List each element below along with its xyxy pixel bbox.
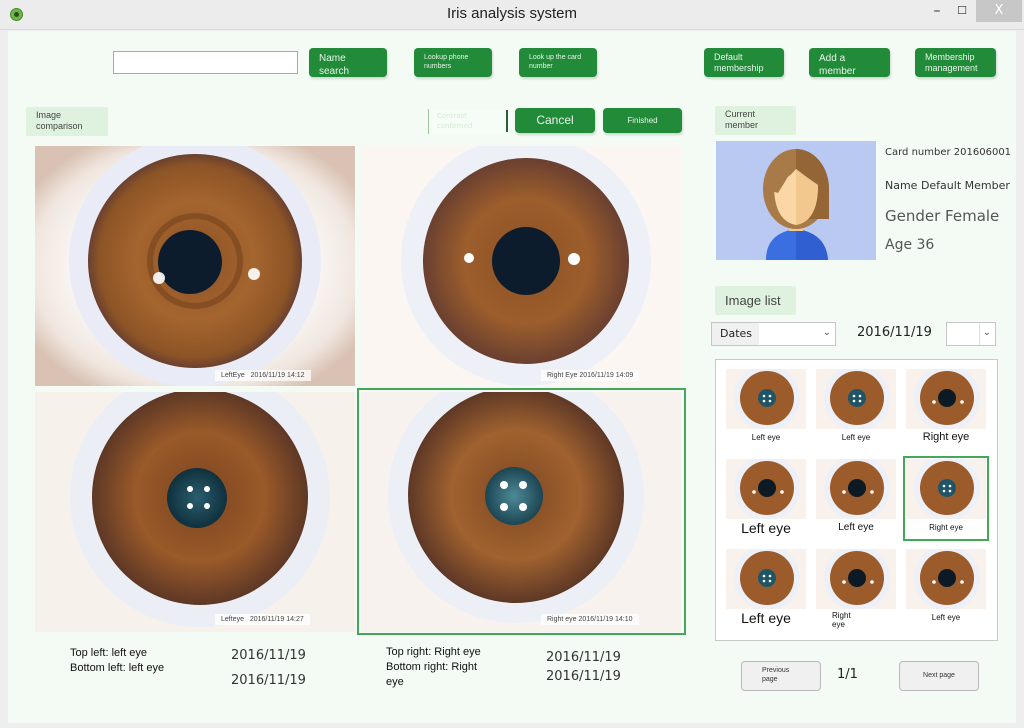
eye-image-top-left[interactable]: LeftEye 2016/11/19 14:12 <box>35 146 355 386</box>
dates-select[interactable]: Dates ⌄ <box>711 322 836 346</box>
eye-thumbnail-image <box>816 369 896 429</box>
eye-thumbnail-image <box>726 459 806 519</box>
next-page-button[interactable]: Next page <box>899 661 979 691</box>
dates-select-label: Dates <box>712 323 759 345</box>
eye-caption: Right Eye 2016/11/19 14:09 <box>541 370 640 381</box>
eye-image-top-right[interactable]: Right Eye 2016/11/19 14:09 <box>361 146 681 386</box>
right-date-1: 2016/11/19 <box>546 650 621 665</box>
avatar <box>716 141 876 260</box>
search-input[interactable] <box>113 51 298 74</box>
thumbnail-label: Left eye <box>838 522 874 533</box>
thumbnail-label: Right eye <box>929 523 963 532</box>
maximize-button[interactable]: ☐ <box>945 0 979 22</box>
eye-thumbnail-image <box>906 549 986 609</box>
lookup-phone-button[interactable]: Lookup phone numbers <box>414 48 492 77</box>
lookup-card-button[interactable]: Look up the card number <box>519 48 597 77</box>
contrast-button-disabled[interactable]: Contrast confirmed <box>428 109 504 134</box>
image-comparison-label: Image comparison <box>26 107 108 136</box>
member-name: Name Default Member <box>885 179 1010 192</box>
thumbnail-label: Right eye <box>922 431 970 443</box>
left-date-2: 2016/11/19 <box>231 673 306 688</box>
cancel-button[interactable]: Cancel <box>515 108 595 133</box>
eye-thumbnail-image <box>906 369 986 429</box>
thumbnail-label: Left eye <box>741 520 791 536</box>
close-button[interactable]: X <box>976 0 1022 22</box>
female-avatar-icon <box>763 149 829 260</box>
image-list-label: Image list <box>715 286 796 315</box>
window-title: Iris analysis system <box>446 5 578 22</box>
eye-thumbnail-image <box>726 369 806 429</box>
thumbnail[interactable] <box>816 459 896 519</box>
thumbnail[interactable] <box>816 549 896 609</box>
member-age: Age 36 <box>885 237 935 253</box>
previous-page-button[interactable]: Previous page <box>741 661 821 691</box>
add-member-button[interactable]: Add a member <box>809 48 890 77</box>
left-summary: Top left: left eye Bottom left: left eye <box>70 647 165 674</box>
membership-management-button[interactable]: Membership management <box>915 48 996 77</box>
thumbnail[interactable] <box>816 369 896 429</box>
chevron-down-icon: ⌄ <box>982 327 991 338</box>
eye-thumbnail-image <box>816 549 896 609</box>
eye-photo <box>361 146 681 386</box>
thumbnail[interactable] <box>906 549 986 609</box>
eye-caption: Lefteye 2016/11/19 14:27 <box>215 614 310 625</box>
eye-thumbnail-image <box>726 549 806 609</box>
name-search-button[interactable]: Name search <box>309 48 387 77</box>
current-member-label: Current member <box>715 106 796 135</box>
thumbnail[interactable] <box>906 459 986 519</box>
eye-image-bottom-left[interactable]: Lefteye 2016/11/19 14:27 <box>35 392 355 632</box>
eye-caption: LeftEye 2016/11/19 14:12 <box>215 370 311 381</box>
thumbnail-label: Left eye <box>741 610 791 626</box>
left-date-1: 2016/11/19 <box>231 648 306 663</box>
thumbnail-label: Left eye <box>931 613 961 622</box>
selected-date: 2016/11/19 <box>857 325 932 340</box>
member-gender: Gender Female <box>885 207 1000 225</box>
card-number: Card number 201606001 <box>885 147 1012 158</box>
thumbnail-label: Left eye <box>841 433 871 442</box>
eye-photo <box>35 392 355 632</box>
eye-photo <box>35 146 355 386</box>
finished-button[interactable]: Finished <box>603 108 682 133</box>
separator <box>506 110 508 132</box>
thumbnail-label: Left eye <box>751 433 781 442</box>
thumbnail[interactable] <box>726 369 806 429</box>
title-bar: Iris analysis system – ☐ X <box>0 0 1024 30</box>
eye-thumbnail-image <box>816 459 896 519</box>
date-select[interactable]: ⌄ <box>946 322 996 346</box>
default-membership-button[interactable]: Default membership <box>704 48 784 77</box>
thumbnail[interactable] <box>906 369 986 429</box>
right-summary: Top right: Right eye Bottom right: Right… <box>386 646 481 688</box>
thumbnail[interactable] <box>726 549 806 609</box>
page-indicator: 1/1 <box>837 667 858 682</box>
thumbnail[interactable] <box>726 459 806 519</box>
right-date-2: 2016/11/19 <box>546 669 621 684</box>
thumbnail-label: Right eye <box>832 611 851 630</box>
eye-photo <box>361 392 681 632</box>
chevron-down-icon: ⌄ <box>822 327 831 338</box>
eye-image-bottom-right[interactable]: Right eye 2016/11/19 14:10 <box>361 392 681 632</box>
eye-thumbnail-image <box>906 459 986 519</box>
eye-caption: Right eye 2016/11/19 14:10 <box>541 614 639 625</box>
